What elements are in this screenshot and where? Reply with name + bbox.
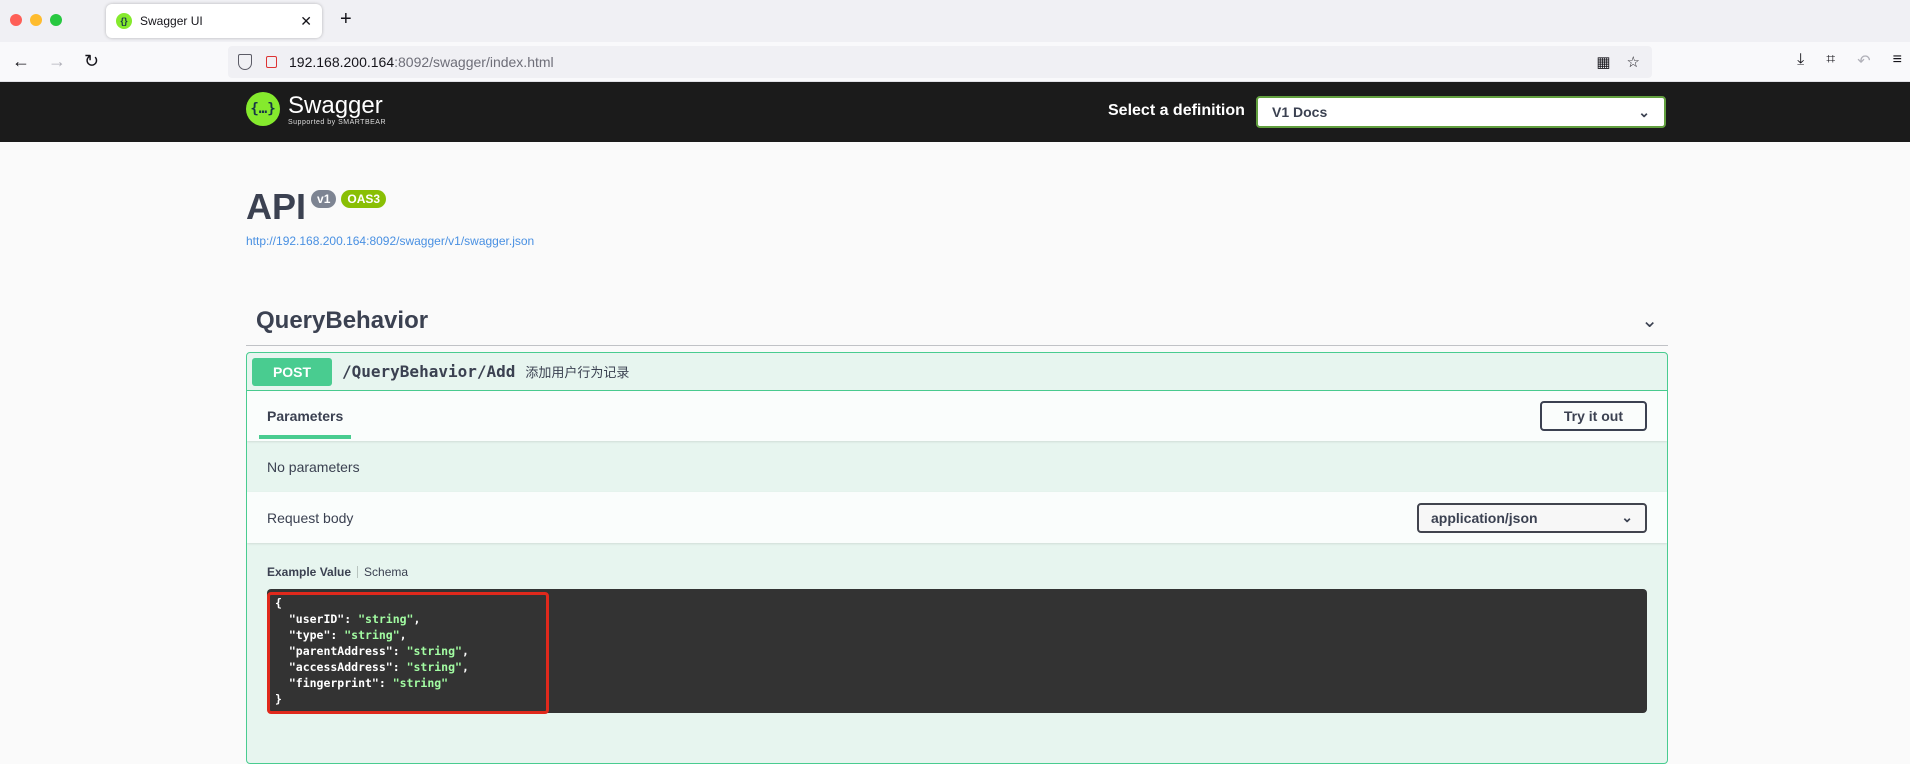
no-parameters-text: No parameters [267,458,360,475]
parameters-header: Parameters Try it out [247,391,1667,441]
tag-name: QueryBehavior [256,306,429,334]
tab-parameters[interactable]: Parameters [259,391,352,441]
chevron-down-icon: ⌄ [1621,509,1633,525]
definition-label: Select a definition [1108,102,1245,119]
url-text: 192.168.200.164:8092/swagger/index.html [289,54,554,70]
window-close-button[interactable] [10,14,22,26]
version-badge: v1 [311,190,337,208]
try-it-out-button[interactable]: Try it out [1539,401,1647,431]
address-bar-actions: ▦ ☆ [1596,53,1640,71]
close-tab-icon[interactable]: ✕ [300,13,312,30]
chevron-down-icon: ⌄ [1638,103,1650,120]
api-title: API [246,186,307,227]
download-icon[interactable]: ⤓ [1797,51,1804,71]
crop-icon[interactable]: ⌗ [1826,51,1835,71]
example-code-block[interactable]: { "userID": "string", "type": "string", … [267,589,1647,714]
content-type-value: application/json [1431,509,1538,526]
model-tabs: Example Value Schema [267,565,1647,579]
operation-path: /QueryBehavior/Add [342,362,516,381]
browser-nav-bar: ← → ↻ 192.168.200.164:8092/swagger/index… [0,42,1910,82]
definition-select[interactable]: V1 Docs ⌄ [1256,96,1666,128]
swagger-logo[interactable]: {…} Swagger Supported by SMARTBEAR [246,92,386,126]
tag-section: QueryBehavior ⌄ POST /QueryBehavior/Add … [246,296,1668,764]
tab-divider [357,566,359,578]
qr-code-icon[interactable]: ▦ [1596,53,1610,71]
highlight-box [267,592,549,714]
swagger-favicon-icon: {} [116,13,132,29]
window-controls [10,14,62,26]
window-minimize-button[interactable] [30,14,42,26]
browser-tab[interactable]: {} Swagger UI ✕ [106,4,322,38]
browser-tab-bar: {} Swagger UI ✕ + [0,0,1910,42]
operation-summary[interactable]: POST /QueryBehavior/Add 添加用户行为记录 [247,353,1667,391]
operation-description: 添加用户行为记录 [525,365,630,380]
back-arrow-icon[interactable]: ← [12,51,30,72]
spec-url-link[interactable]: http://192.168.200.164:8092/swagger/v1/s… [246,234,534,248]
api-info: API v1 OAS3 http://192.168.200.164:8092/… [246,186,534,248]
logo-subtitle: Supported by SMARTBEAR [288,118,387,126]
tab-title: Swagger UI [140,14,203,28]
new-tab-icon[interactable]: + [340,8,352,31]
address-bar[interactable]: 192.168.200.164:8092/swagger/index.html … [228,46,1652,78]
request-body-header: Request body application/json ⌄ [247,492,1667,543]
oas-badge: OAS3 [341,190,387,208]
menu-icon[interactable]: ≡ [1893,51,1902,71]
toolbar-icons: ⤓ ⌗ ↶ ≡ [1797,51,1902,71]
swagger-logo-icon: {…} [246,92,280,126]
tab-schema[interactable]: Schema [364,565,408,579]
undo-icon[interactable]: ↶ [1857,51,1870,71]
bookmark-star-icon[interactable]: ☆ [1627,53,1640,71]
tab-example-value[interactable]: Example Value [267,565,351,579]
logo-title: Swagger [288,91,383,119]
insecure-lock-icon[interactable] [266,56,277,68]
example-area: Example Value Schema { "userID": "string… [247,543,1667,714]
forward-arrow-icon[interactable]: → [48,51,66,72]
shield-icon[interactable] [238,54,252,70]
url-path: :8092/swagger/index.html [394,54,554,70]
method-badge: POST [252,357,332,386]
url-host: 192.168.200.164 [289,54,395,70]
tag-header[interactable]: QueryBehavior ⌄ [246,296,1668,346]
chevron-down-icon[interactable]: ⌄ [1641,308,1658,333]
content-type-select[interactable]: application/json ⌄ [1417,502,1647,533]
window-maximize-button[interactable] [50,14,62,26]
swagger-topbar: {…} Swagger Supported by SMARTBEAR Selec… [0,82,1910,142]
request-body-label: Request body [267,509,354,526]
reload-icon[interactable]: ↻ [84,51,99,72]
definition-value: V1 Docs [1272,104,1328,120]
logo-text: Swagger Supported by SMARTBEAR [288,91,387,126]
api-title-row: API v1 OAS3 [246,186,534,228]
operation-block: POST /QueryBehavior/Add 添加用户行为记录 Paramet… [246,352,1668,764]
